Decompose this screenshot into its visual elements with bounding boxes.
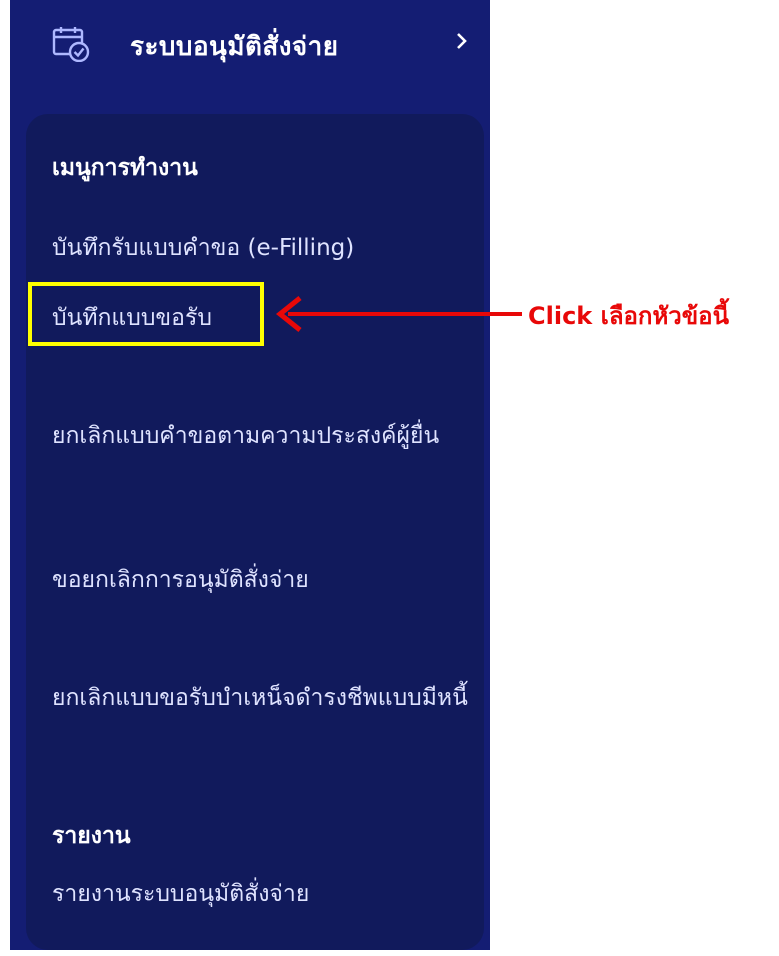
menu-item-cancel-approval[interactable]: ขอยกเลิกการอนุมัติสั่งจ่าย: [52, 552, 472, 608]
section-heading-work-menu: เมนูการทำงาน: [52, 155, 198, 181]
callout-text: Click เลือกหัวข้อนี้: [528, 302, 729, 330]
menu-item-cancel-request[interactable]: ยกเลิกแบบคำขอตามความประสงค์ผู้ยื่น: [52, 408, 472, 464]
menu-item-cancel-pension-debt[interactable]: ยกเลิกแบบขอรับบำเหน็จดำรงชีพแบบมีหนี้: [52, 670, 472, 726]
menu-item-approval-report[interactable]: รายงานระบบอนุมัติสั่งจ่าย: [52, 866, 472, 922]
highlight-box: [28, 282, 264, 346]
section-heading-report: รายงาน: [52, 823, 131, 849]
submenu-panel: เมนูการทำงาน บันทึกรับแบบคำขอ (e-Filling…: [26, 114, 484, 950]
module-title: ระบบอนุมัติสั่งจ่าย: [130, 32, 339, 62]
module-header[interactable]: ระบบอนุมัติสั่งจ่าย: [10, 0, 490, 96]
calendar-check-icon: [52, 27, 90, 62]
sidebar: ระบบอนุมัติสั่งจ่าย เมนูการทำงาน บันทึกร…: [10, 0, 490, 950]
pointer-arrow-icon: [275, 296, 522, 332]
chevron-right-icon: [457, 33, 467, 49]
screenshot-root: ระบบอนุมัติสั่งจ่าย เมนูการทำงาน บันทึกร…: [0, 0, 779, 956]
menu-item-e-filling[interactable]: บันทึกรับแบบคำขอ (e-Filling): [52, 220, 472, 276]
